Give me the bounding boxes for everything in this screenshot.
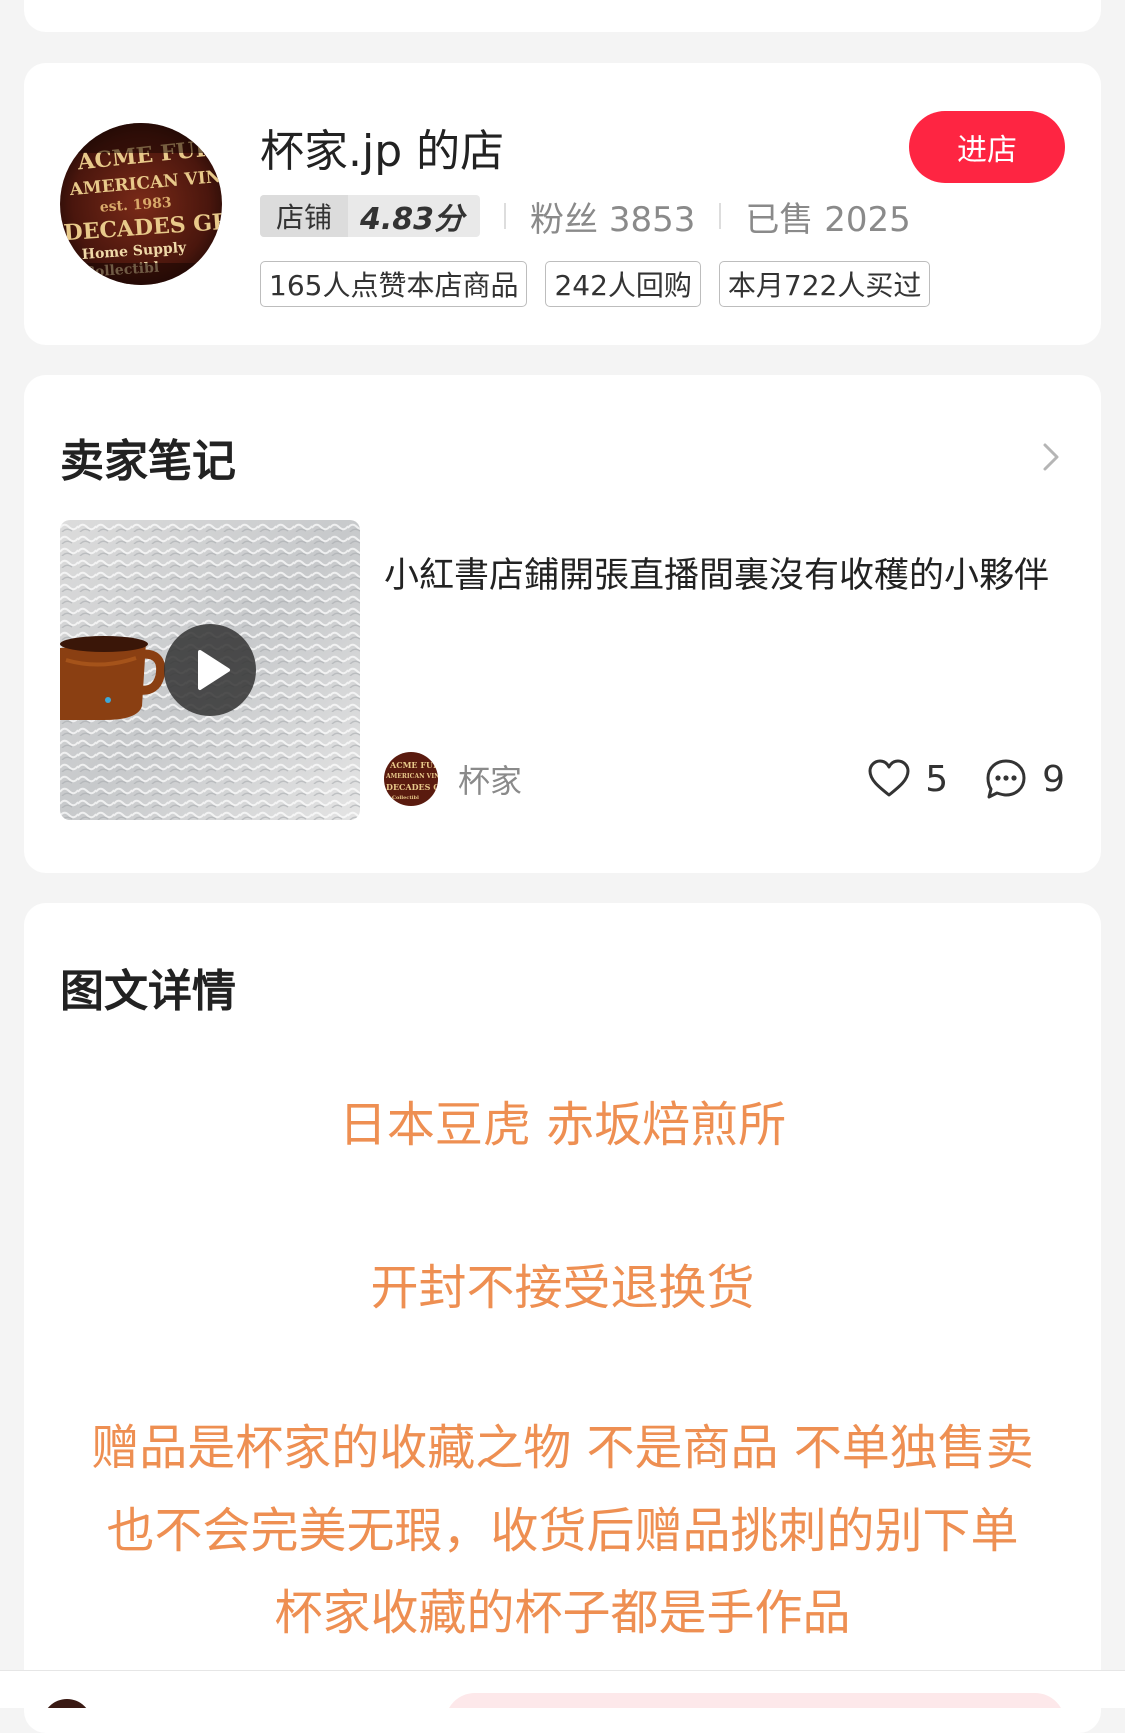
shop-tags: 165人点赞本店商品 242人回购 本月722人买过 <box>260 261 931 307</box>
note-author[interactable]: ACME FURNI AMERICAN VINT DECADES GR Coll… <box>384 751 522 807</box>
shop-tag: 242人回购 <box>545 261 701 307</box>
divider <box>504 203 507 229</box>
detail-text-line: 赠品是杯家的收藏之物 不是商品 不单独售卖 <box>91 1420 1034 1476</box>
comment-button[interactable]: 9 <box>984 757 1065 801</box>
shop-tag: 本月722人买过 <box>718 261 931 307</box>
comment-count: 9 <box>1042 758 1065 800</box>
detail-text-line: 日本豆虎 赤坂焙煎所 <box>338 1097 787 1153</box>
shop-avatar[interactable]: ACME FURNITU AMERICAN VINTAGE est. 1983 … <box>60 123 222 285</box>
bottom-action-bar <box>0 1670 1125 1708</box>
shop-tag: 165人点赞本店商品 <box>260 261 528 307</box>
section-title: 图文详情 <box>60 966 236 1017</box>
note-actions: 5 9 <box>867 753 1065 805</box>
bottom-action-button[interactable] <box>445 1693 1065 1708</box>
sold-count: 已售 2025 <box>745 199 911 240</box>
rating-value: 4.83分 <box>360 202 465 237</box>
heart-icon <box>868 759 910 797</box>
enter-shop-button[interactable]: 进店 <box>909 111 1065 183</box>
author-avatar: ACME FURNI AMERICAN VINT DECADES GR Coll… <box>384 752 438 806</box>
comment-icon <box>986 759 1026 799</box>
detail-text-line: 开封不接受退换货 <box>370 1260 755 1316</box>
shop-card: ACME FURNITU AMERICAN VINTAGE est. 1983 … <box>24 63 1101 345</box>
chevron-right-icon[interactable] <box>1035 439 1067 475</box>
vintage-sign-logo-icon: ACME FURNITU AMERICAN VINTAGE est. 1983 … <box>60 123 222 285</box>
note-video-thumbnail[interactable] <box>60 520 360 820</box>
detail-text-line: 也不会完美无瑕，收货后赠品挑刺的别下单 <box>106 1503 1019 1559</box>
divider <box>719 203 722 229</box>
fans-count: 粉丝 3853 <box>530 199 696 240</box>
svg-text:AMERICAN VINT: AMERICAN VINT <box>385 773 438 780</box>
section-title: 卖家笔记 <box>60 436 236 487</box>
svg-text:ACME FURNI: ACME FURNI <box>389 760 438 770</box>
svg-text:DECADES GR: DECADES GR <box>386 782 438 792</box>
seller-notes-card: 卖家笔记 小紅書店鋪開張直播間裏沒有收穫的小夥伴 ACME FUR AMERIC… <box>24 375 1101 873</box>
shop-stats: 店铺 4.83分 粉丝 3853 已售 2025 <box>260 195 911 240</box>
svg-text:Collectibl: Collectibl <box>392 795 419 801</box>
like-button[interactable]: 5 <box>867 759 948 800</box>
detail-text-line: 杯家收藏的杯子都是手作品 <box>274 1585 851 1641</box>
play-icon[interactable] <box>164 624 256 716</box>
note-title[interactable]: 小紅書店鋪開張直播間裏沒有收穫的小夥伴 <box>384 543 1074 609</box>
vintage-sign-logo-icon: ACME FURNI AMERICAN VINT DECADES GR Coll… <box>384 752 438 806</box>
like-count: 5 <box>925 758 949 800</box>
detail-card: 图文详情 日本豆虎 赤坂焙煎所 开封不接受退换货 赠品是杯家的收藏之物 不是商品… <box>24 903 1101 1733</box>
previous-card <box>24 0 1101 32</box>
shop-name[interactable]: 杯家.jp 的店 <box>260 115 504 179</box>
rating-label: 店铺 <box>260 195 349 237</box>
rating-badge: 店铺 4.83分 <box>260 195 481 237</box>
author-name: 杯家 <box>458 762 523 800</box>
